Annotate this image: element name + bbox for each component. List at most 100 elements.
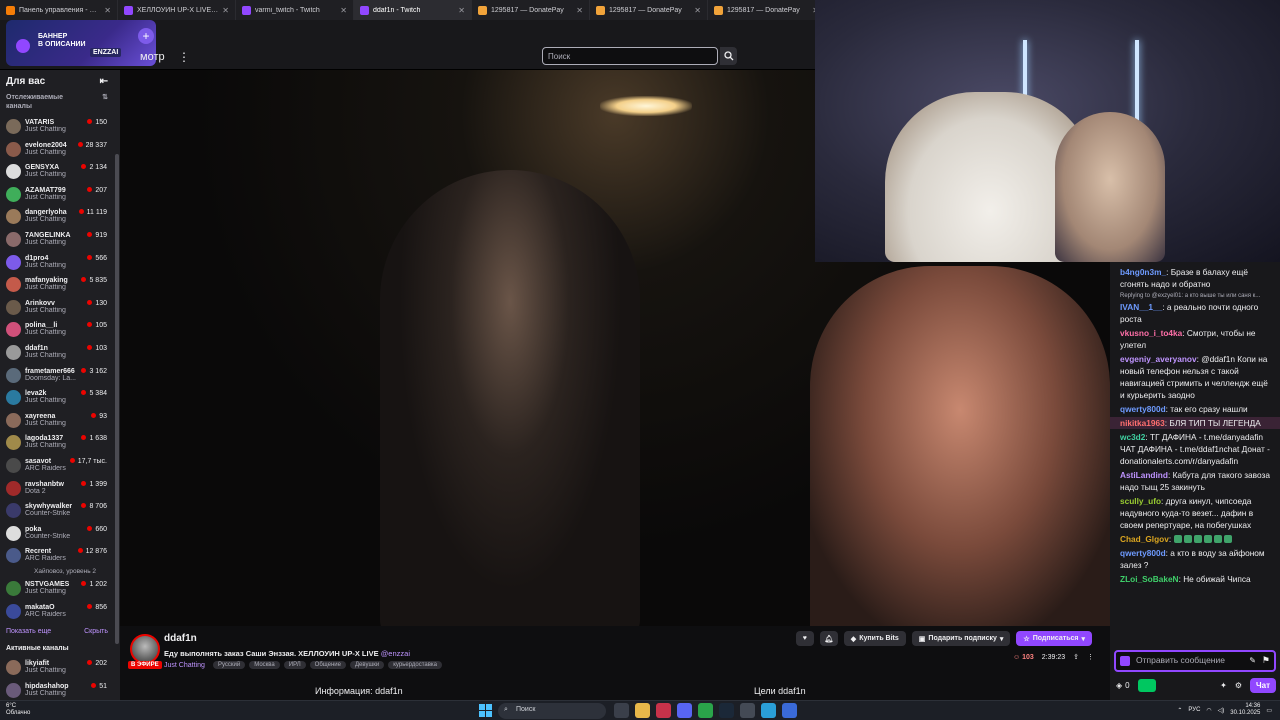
hype-icon[interactable]: ✦	[1220, 681, 1227, 690]
sidebar-scrollbar[interactable]	[115, 154, 119, 644]
sidebar-channel-item[interactable]: hipdashahop Just Chatting 51	[0, 679, 120, 702]
chat-username[interactable]: wc3d2	[1120, 432, 1145, 442]
gift-sub-button[interactable]: ▣ Подарить подписку ▾	[911, 631, 1011, 646]
title-mention-link[interactable]: @enzzai	[381, 649, 410, 658]
chat-username[interactable]: ZLoi_SoBakeN	[1120, 574, 1179, 584]
discord-icon[interactable]	[677, 703, 692, 718]
sidebar-channel-item[interactable]: mafanyaking Just Chatting 5 835	[0, 273, 120, 296]
sidebar-channel-item[interactable]: likyiafit Just Chatting 202	[0, 656, 120, 679]
emote-icon[interactable]	[1120, 656, 1130, 666]
sidebar-channel-item[interactable]: AZAMAT799 Just Chatting 207	[0, 183, 120, 206]
tray-expand-icon[interactable]: ⌃	[1177, 707, 1182, 714]
stream-tag[interactable]: Москва	[249, 661, 280, 669]
chat-username[interactable]: evgeniy_averyanov	[1120, 354, 1197, 364]
sidebar-channel-item[interactable]: makataO ARC Raiders 856	[0, 600, 120, 623]
close-tab-icon[interactable]: ✕	[222, 6, 229, 15]
chat-input[interactable]: Отправить сообщение ✎ ⚑	[1114, 650, 1276, 672]
stream-tag[interactable]: курьердоставка	[388, 661, 442, 669]
notifications-button[interactable]: 🔔︎	[819, 631, 838, 646]
sidebar-channel-item[interactable]: lagoda1337 Just Chatting 1 638	[0, 431, 120, 454]
sidebar-channel-item[interactable]: d1pro4 Just Chatting 566	[0, 251, 120, 274]
channel-points[interactable]: ◈ 0	[1116, 681, 1130, 690]
chat-username[interactable]: scully_ufo	[1120, 496, 1161, 506]
channel-avatar[interactable]	[130, 634, 160, 664]
search-input[interactable]: Поиск	[542, 47, 718, 65]
chat-username[interactable]: IVAN__1__	[1120, 302, 1162, 312]
steam-icon[interactable]	[719, 703, 734, 718]
app-icon[interactable]	[782, 703, 797, 718]
collapse-sidebar-icon[interactable]: ⇤	[100, 76, 108, 87]
banner-ad[interactable]: БАННЕР В ОПИСАНИИ ENZZAI +	[6, 20, 156, 66]
browser-tab[interactable]: ХЕЛЛОУИН UP-X LIVE - Twitch ✕	[118, 0, 236, 20]
browser-tab[interactable]: ddaf1n - Twitch ✕	[354, 0, 472, 20]
chat-username[interactable]: nikitka1963	[1120, 418, 1165, 428]
share-icon[interactable]: ⇪	[1073, 653, 1079, 661]
browser-tab[interactable]: Панель управления - Donation... ✕	[0, 0, 118, 20]
settings-gear-icon[interactable]: ⚙	[1235, 681, 1242, 690]
close-tab-icon[interactable]: ✕	[340, 6, 347, 15]
telegram-icon[interactable]	[761, 703, 776, 718]
close-tab-icon[interactable]: ✕	[694, 6, 701, 15]
chat-username[interactable]: Chad_Glgov	[1120, 534, 1169, 544]
stream-tag[interactable]: Девушки	[349, 661, 385, 669]
sidebar-channel-item[interactable]: sasavot ARC Raiders 17,7 тыс.	[0, 454, 120, 477]
chat-send-button[interactable]: Чат	[1250, 677, 1276, 693]
game-bonus-icon[interactable]	[1137, 678, 1156, 692]
sidebar-channel-item[interactable]: xayreena Just Chatting 93	[0, 409, 120, 432]
browser-tab[interactable]: 1295817 — DonatePay✕	[472, 0, 590, 20]
sidebar-channel-item[interactable]: evelone2004 Just Chatting 28 337	[0, 138, 120, 161]
close-tab-icon[interactable]: ✕	[104, 6, 111, 15]
sidebar-channel-item[interactable]: dangerlyoha Just Chatting 11 119	[0, 205, 120, 228]
sidebar-channel-item[interactable]: frametamer666 Doomsday: La... 3 162	[0, 364, 120, 387]
subscribe-button[interactable]: ☆ Подписаться ▾	[1016, 631, 1092, 646]
clock[interactable]: 14:36 30.10.2025	[1230, 703, 1260, 717]
hide-link[interactable]: Скрыть	[84, 628, 108, 635]
sidebar-channel-item[interactable]: 7ANGELINKA Just Chatting 919	[0, 228, 120, 251]
sidebar-channel-item[interactable]: GENSYXA Just Chatting 2 134	[0, 160, 120, 183]
language-indicator[interactable]: РУС	[1188, 707, 1200, 713]
network-icon[interactable]: ◠	[1206, 707, 1211, 714]
sidebar-channel-item[interactable]: ravshanbtw Dota 2 1 399	[0, 477, 120, 500]
sort-icon[interactable]: ⇅	[102, 93, 108, 111]
channel-name[interactable]: ddaf1n	[164, 633, 197, 644]
chat-username[interactable]: qwerty800d	[1120, 548, 1166, 558]
weather-widget[interactable]: 6°C Облачно	[6, 703, 30, 717]
task-view-icon[interactable]	[614, 703, 629, 718]
sidebar-channel-item[interactable]: Arinkovv Just Chatting 130	[0, 296, 120, 319]
nav-browse-link[interactable]: мотр	[140, 51, 165, 63]
category-link[interactable]: Just Chatting	[164, 662, 205, 669]
chat-username[interactable]: AstiLandind	[1120, 470, 1168, 480]
file-explorer-icon[interactable]	[635, 703, 650, 718]
sidebar-channel-item[interactable]: leva2k Just Chatting 5 384	[0, 386, 120, 409]
close-tab-icon[interactable]: ✕	[576, 6, 583, 15]
sidebar-channel-item[interactable]: ddaf1n Just Chatting 103	[0, 341, 120, 364]
obs-icon[interactable]	[740, 703, 755, 718]
follow-heart-button[interactable]: ♥	[795, 631, 814, 646]
sidebar-channel-item[interactable]: NSTVGAMES Just Chatting 1 202	[0, 577, 120, 600]
plus-icon[interactable]: +	[138, 28, 154, 44]
stream-tag[interactable]: Русский	[213, 661, 246, 669]
taskbar-search[interactable]: ⌕ Поиск	[498, 703, 606, 719]
more-menu-icon[interactable]: ⋮	[178, 50, 190, 64]
sidebar-channel-item[interactable]: poka Counter-Strike 660	[0, 522, 120, 545]
extension-icon[interactable]: ✎	[1249, 656, 1256, 665]
sidebar-channel-item[interactable]: polina__li Just Chatting 105	[0, 318, 120, 341]
browser-tab[interactable]: 1295817 — DonatePay✕	[708, 0, 826, 20]
stream-tag[interactable]: Общение	[309, 661, 346, 669]
search-button[interactable]	[720, 47, 737, 65]
volume-icon[interactable]: ◁)	[1218, 707, 1225, 714]
security-app-icon[interactable]	[656, 703, 671, 718]
browser-tab[interactable]: varmi_twitch - Twitch ✕	[236, 0, 354, 20]
show-more-link[interactable]: Показать еще	[6, 628, 51, 635]
close-tab-icon[interactable]: ✕	[458, 6, 465, 15]
browser-tab[interactable]: 1295817 — DonatePay✕	[590, 0, 708, 20]
twitch-logo-icon[interactable]	[16, 39, 30, 53]
more-options-icon[interactable]: ⋮	[1087, 653, 1094, 661]
notifications-icon[interactable]: ▭	[1266, 707, 1272, 714]
buy-bits-button[interactable]: ◆ Купить Bits	[843, 631, 906, 646]
sidebar-channel-item[interactable]: skywhywalker Counter-Strike 8 706	[0, 499, 120, 522]
bits-icon[interactable]: ⚑	[1262, 655, 1270, 666]
windows-start-icon[interactable]	[479, 704, 492, 717]
stream-tag[interactable]: ИРЛ	[283, 661, 306, 669]
sidebar-channel-item[interactable]: VATARIS Just Chatting 150	[0, 115, 120, 138]
